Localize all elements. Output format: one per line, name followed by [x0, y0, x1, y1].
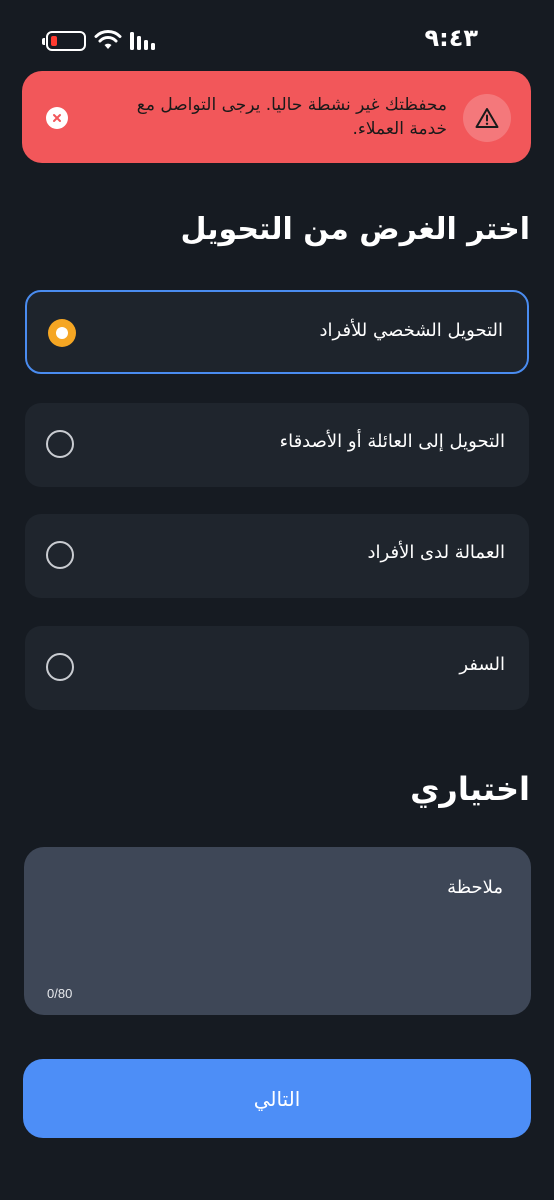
character-counter: 0/80	[47, 986, 73, 1001]
purpose-option-travel[interactable]: السفر	[25, 626, 529, 710]
option-label: التحويل الشخصي للأفراد	[319, 320, 503, 341]
option-label: السفر	[459, 654, 505, 675]
battery-level	[51, 36, 57, 46]
radio-unselected[interactable]	[46, 541, 74, 569]
wallet-inactive-alert: محفظتك غير نشطة حاليا. يرجى التواصل مع خ…	[22, 71, 531, 163]
note-placeholder: ملاحظة	[447, 877, 503, 898]
radio-unselected[interactable]	[46, 430, 74, 458]
purpose-option-labor[interactable]: العمالة لدى الأفراد	[25, 514, 529, 598]
note-field[interactable]: ملاحظة 0/80	[24, 847, 531, 1015]
purpose-title: اختر الغرض من التحويل	[180, 212, 530, 247]
status-time: ٩:٤٣	[424, 24, 478, 52]
purpose-option-personal[interactable]: التحويل الشخصي للأفراد	[25, 290, 529, 374]
battery-icon	[42, 31, 86, 51]
cellular-signal-icon	[130, 32, 155, 50]
optional-section-title: اختياري	[410, 770, 530, 808]
close-icon[interactable]	[46, 107, 68, 129]
status-bar: ٩:٤٣	[0, 0, 554, 70]
option-label: التحويل إلى العائلة أو الأصدقاء	[279, 431, 505, 452]
warning-icon	[463, 94, 511, 142]
wifi-icon	[94, 30, 122, 49]
next-button[interactable]: التالي	[23, 1059, 531, 1138]
alert-message: محفظتك غير نشطة حاليا. يرجى التواصل مع خ…	[136, 95, 447, 139]
radio-selected[interactable]	[48, 319, 76, 347]
option-label: العمالة لدى الأفراد	[367, 542, 505, 563]
purpose-option-family-friends[interactable]: التحويل إلى العائلة أو الأصدقاء	[25, 403, 529, 487]
radio-unselected[interactable]	[46, 653, 74, 681]
